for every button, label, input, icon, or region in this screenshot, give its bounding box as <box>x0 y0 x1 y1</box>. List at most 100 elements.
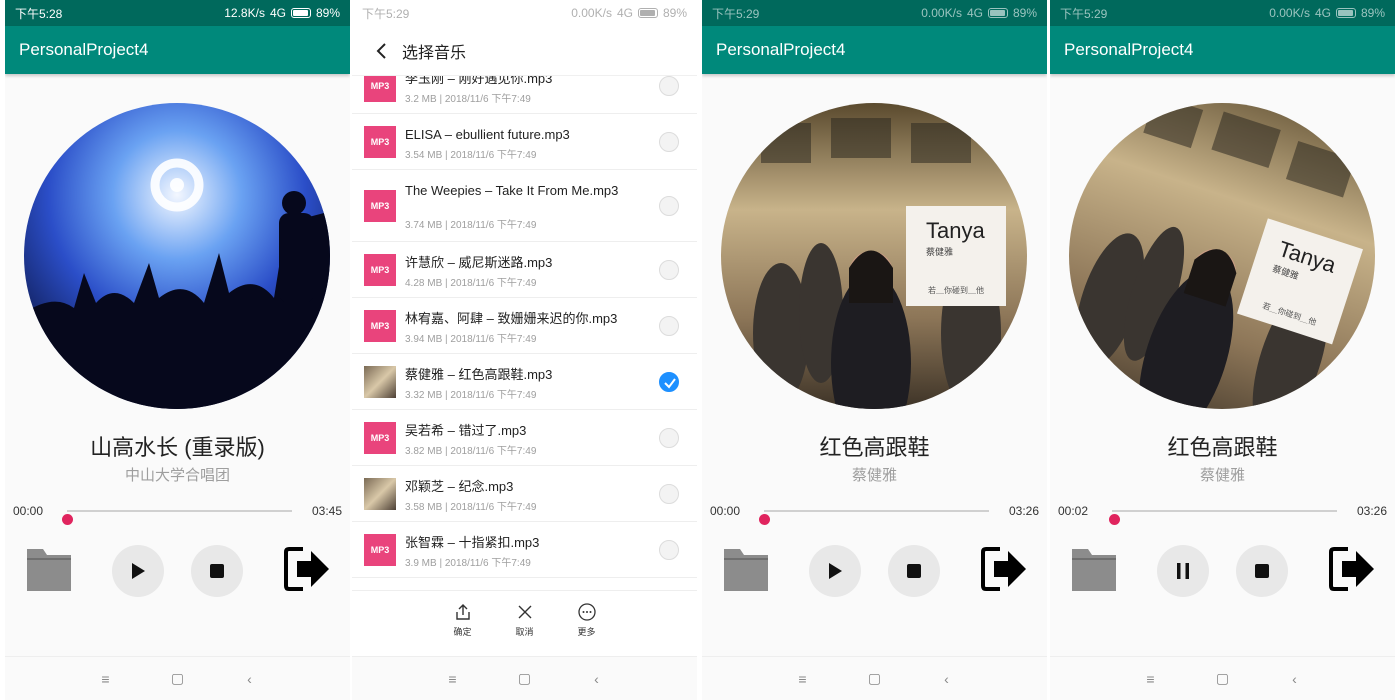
home-icon[interactable]: ▢ <box>517 670 533 687</box>
radio-button[interactable] <box>659 428 679 448</box>
file-list-item[interactable]: MP3 许慧欣 – 威尼斯迷路.mp3 4.28 MB | 2018/11/6 下午… <box>352 242 697 298</box>
menu-icon[interactable]: ≡ <box>445 671 461 687</box>
radio-button[interactable] <box>659 132 679 152</box>
file-list-item[interactable]: MP3 The Weepies – Take It From Me.mp3 3.74… <box>352 170 697 242</box>
radio-button[interactable] <box>659 260 679 280</box>
file-list-item[interactable]: MP3 张智霖 – 十指紧扣.mp3 3.9 MB | 2018/11/6 下午7:… <box>352 522 697 578</box>
progress-track[interactable] <box>62 510 292 525</box>
file-name: The Weepies – Take It From Me.mp3 <box>405 183 619 198</box>
menu-icon[interactable]: ≡ <box>98 671 114 687</box>
back-icon[interactable]: ‹ <box>242 671 258 687</box>
exit-button[interactable] <box>283 545 331 593</box>
file-meta: 3.32 MB | 2018/11/6 下午7:49 <box>405 386 536 401</box>
controls <box>5 545 350 597</box>
signal-label: 4G <box>1314 6 1331 20</box>
confirm-button[interactable]: 确定 <box>451 603 475 652</box>
stop-button[interactable] <box>888 545 940 597</box>
progress-thumb[interactable] <box>62 514 73 525</box>
back-icon[interactable]: ‹ <box>939 671 955 687</box>
mp3-file-icon: MP3 <box>364 254 396 286</box>
radio-button[interactable] <box>659 76 679 96</box>
picker-actions: 确定 取消 更多 <box>352 590 697 652</box>
net-speed: 12.8K/s <box>224 6 265 20</box>
progress-track[interactable] <box>759 510 989 525</box>
file-list-item[interactable]: MP3 吴若希 – 错过了.mp3 3.82 MB | 2018/11/6 下午7:… <box>352 410 697 466</box>
battery-level: 89% <box>1012 6 1037 20</box>
file-meta: 3.54 MB | 2018/11/6 下午7:49 <box>405 146 536 161</box>
progress-track[interactable] <box>1109 510 1337 525</box>
back-icon[interactable]: ‹ <box>589 671 605 687</box>
status-time: 下午5:29 <box>712 6 760 21</box>
signal-label: 4G <box>966 6 983 20</box>
song-artist: 蔡健雅 <box>851 467 897 484</box>
progress-thumb[interactable] <box>759 514 770 525</box>
stop-icon <box>210 564 224 578</box>
menu-icon[interactable]: ≡ <box>795 671 811 687</box>
exit-button[interactable] <box>1328 545 1376 593</box>
file-name: 林宥嘉、阿肆 – 致姗姗来迟的你.mp3 <box>405 311 618 326</box>
battery-icon <box>290 8 311 18</box>
file-meta: 3.74 MB | 2018/11/6 下午7:49 <box>405 216 536 231</box>
stop-button[interactable] <box>191 545 243 597</box>
radio-button[interactable] <box>659 196 679 216</box>
status-bar: 下午5:29 0.00K/s 4G 89% <box>1050 0 1395 26</box>
file-date: 2018/11/6 下午7:49 <box>444 94 531 105</box>
file-meta: 4.28 MB | 2018/11/6 下午7:49 <box>405 274 536 289</box>
radio-button[interactable] <box>659 540 679 560</box>
folder-button[interactable] <box>722 545 770 593</box>
file-size: 3.9 MB <box>405 558 437 569</box>
folder-button[interactable] <box>1070 545 1118 593</box>
file-list-item[interactable]: MP3 林宥嘉、阿肆 – 致姗姗来迟的你.mp3 3.94 MB | 2018/11… <box>352 298 697 354</box>
net-speed: 0.00K/s <box>571 6 612 20</box>
play-button[interactable] <box>809 545 861 597</box>
exit-button[interactable] <box>980 545 1028 593</box>
folder-button[interactable] <box>25 545 73 593</box>
cancel-button[interactable]: 取消 <box>513 603 537 652</box>
mp3-file-icon: MP3 <box>364 534 396 566</box>
signal-label: 4G <box>269 6 286 20</box>
album-cover <box>24 103 330 409</box>
file-size: 4.28 MB <box>405 278 443 289</box>
file-date: 2018/11/6 下午7:49 <box>450 220 537 231</box>
file-meta: 3.82 MB | 2018/11/6 下午7:49 <box>405 442 536 457</box>
play-icon <box>132 563 145 579</box>
album-cover: Tanya 蔡健雅 若＿你碰到＿他 <box>1069 103 1375 409</box>
system-nav-bar: ≡ ▢ ‹ <box>702 656 1047 700</box>
file-meta: 3.94 MB | 2018/11/6 下午7:49 <box>405 330 536 345</box>
checked-radio[interactable] <box>659 372 679 392</box>
radio-button[interactable] <box>659 316 679 336</box>
more-label: 更多 <box>577 627 596 637</box>
share-icon <box>455 604 470 620</box>
cover-tag: 若＿你碰到＿他 <box>928 285 984 295</box>
file-list: MP3 李玉刚 – 刚好遇见你.mp3 3.2 MB | 2018/11/6 下午7… <box>352 76 697 588</box>
back-arrow-icon[interactable] <box>372 41 392 61</box>
mp3-file-icon: MP3 <box>364 126 396 158</box>
status-time: 下午5:29 <box>362 6 410 21</box>
menu-icon[interactable]: ≡ <box>1143 671 1159 687</box>
folder-icon <box>1072 549 1116 591</box>
confirm-label: 确定 <box>453 627 472 637</box>
file-list-item[interactable]: 蔡健雅 – 红色高跟鞋.mp3 3.32 MB | 2018/11/6 下午7:4… <box>352 354 697 410</box>
progress-row: 00:02 03:26 <box>1050 501 1395 525</box>
file-list-item[interactable]: 邓颖芝 – 纪念.mp3 3.58 MB | 2018/11/6 下午7:49 <box>352 466 697 522</box>
radio-button[interactable] <box>659 484 679 504</box>
mp3-file-icon: MP3 <box>364 310 396 342</box>
battery-icon <box>1335 8 1356 18</box>
file-list-item[interactable]: MP3 李玉刚 – 刚好遇见你.mp3 3.2 MB | 2018/11/6 下午7… <box>352 76 697 114</box>
more-button[interactable]: 更多 <box>575 603 599 652</box>
back-icon[interactable]: ‹ <box>1287 671 1303 687</box>
app-title: PersonalProject4 <box>1064 40 1194 59</box>
album-thumbnail <box>364 478 396 510</box>
system-nav-bar: ≡ ▢ ‹ <box>352 656 697 700</box>
home-icon[interactable]: ▢ <box>170 670 186 687</box>
home-icon[interactable]: ▢ <box>1215 670 1231 687</box>
play-button[interactable] <box>112 545 164 597</box>
stop-button[interactable] <box>1236 545 1288 597</box>
progress-thumb[interactable] <box>1109 514 1121 525</box>
home-icon[interactable]: ▢ <box>867 670 883 687</box>
pause-button[interactable] <box>1157 545 1209 597</box>
file-list-item[interactable]: MP3 ELISA – ebullient future.mp3 3.54 MB |… <box>352 114 697 170</box>
total-time: 03:45 <box>311 504 342 518</box>
battery-level: 89% <box>315 6 340 20</box>
current-time: 00:00 <box>13 504 44 518</box>
